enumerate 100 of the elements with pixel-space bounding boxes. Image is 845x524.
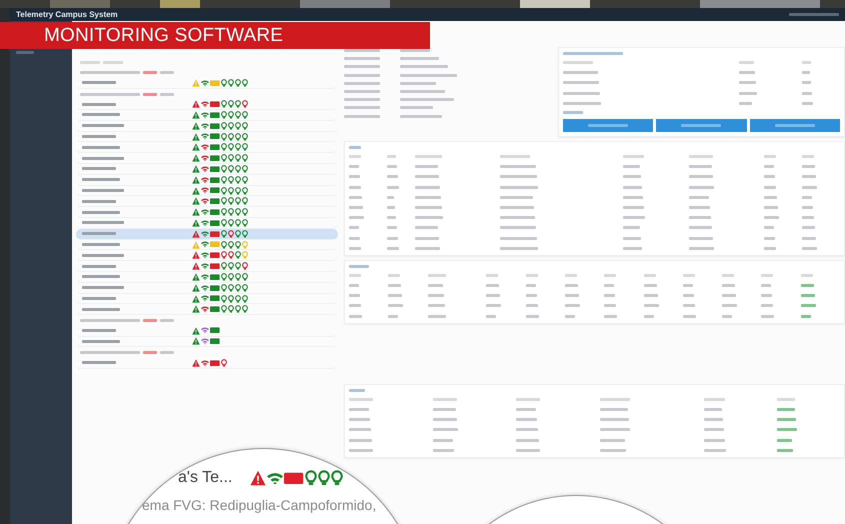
tree-row[interactable] xyxy=(76,207,338,218)
blurred-text xyxy=(400,114,442,118)
blurred-text xyxy=(622,155,644,158)
tree-row[interactable] xyxy=(76,326,338,337)
blurred-text xyxy=(349,418,370,422)
blurred-text xyxy=(143,71,157,74)
blurred-text xyxy=(604,304,616,308)
blurred-text xyxy=(704,448,726,452)
blurred-text xyxy=(563,52,623,55)
blurred-text xyxy=(143,318,157,322)
blurred-text xyxy=(739,102,752,105)
blurred-text xyxy=(400,106,433,110)
blurred-text xyxy=(722,284,736,288)
blurred-text xyxy=(802,226,816,230)
blurred-text xyxy=(82,254,124,257)
blurred-text xyxy=(432,398,457,401)
tree-row[interactable] xyxy=(76,240,338,250)
blurred-text xyxy=(432,418,457,422)
tree-row[interactable] xyxy=(76,272,338,283)
blurred-text xyxy=(82,167,116,170)
blurred-text xyxy=(644,284,657,288)
blurred-text xyxy=(802,216,814,220)
tree-row[interactable] xyxy=(76,142,338,154)
tree-row[interactable] xyxy=(76,164,338,175)
blurred-text xyxy=(622,196,644,199)
blurred-text xyxy=(565,314,576,318)
tree-row[interactable] xyxy=(76,250,338,262)
blurred-text xyxy=(644,274,656,277)
tree-row[interactable] xyxy=(76,358,338,369)
tree-row[interactable] xyxy=(76,78,338,89)
blurred-text xyxy=(526,314,539,318)
blurred-text xyxy=(500,196,533,199)
blurred-text xyxy=(344,65,380,68)
tree-row[interactable] xyxy=(76,196,338,208)
blurred-text xyxy=(800,274,813,277)
blurred-text xyxy=(400,57,439,60)
blurred-text xyxy=(349,274,361,277)
blurred-text xyxy=(80,318,140,322)
blurred-text xyxy=(160,92,174,96)
action-button[interactable] xyxy=(563,118,654,132)
tree-row[interactable] xyxy=(76,120,338,132)
action-button[interactable] xyxy=(656,118,747,132)
blurred-text xyxy=(622,206,644,209)
blurred-text xyxy=(563,102,601,105)
blurred-text xyxy=(160,71,174,74)
tree-row[interactable] xyxy=(76,336,338,348)
blurred-text xyxy=(722,314,732,318)
blurred-text xyxy=(802,206,814,209)
blurred-text xyxy=(82,243,120,246)
blurred-text xyxy=(688,236,713,240)
blurred-text xyxy=(349,314,362,318)
tree-row[interactable] xyxy=(76,261,338,272)
blurred-text xyxy=(802,175,816,178)
blurred-text xyxy=(722,274,734,277)
blurred-text xyxy=(400,90,445,93)
tree-row[interactable] xyxy=(76,110,338,121)
tree-row[interactable] xyxy=(76,282,338,294)
blurred-text xyxy=(400,98,454,102)
blurred-text xyxy=(82,264,116,268)
blurred-text xyxy=(682,314,696,318)
blurred-text xyxy=(349,175,360,178)
blurred-text xyxy=(82,135,116,138)
blurred-text xyxy=(349,388,365,392)
banner: MONITORING SOFTWARE xyxy=(0,22,430,49)
blurred-text xyxy=(82,221,124,224)
blurred-text xyxy=(777,428,798,432)
blurred-text xyxy=(764,226,774,230)
blurred-text xyxy=(739,92,757,95)
blurred-text xyxy=(777,448,794,452)
blurred-text xyxy=(16,51,34,54)
blurred-text xyxy=(386,246,400,250)
tree-row[interactable] xyxy=(76,153,338,164)
blurred-text xyxy=(415,155,442,158)
blurred-text xyxy=(82,275,120,278)
blurred-text xyxy=(432,438,453,442)
blurred-text xyxy=(764,196,778,199)
blurred-text xyxy=(764,216,780,220)
tree-row[interactable] xyxy=(76,228,338,240)
blurred-text xyxy=(82,189,124,192)
blurred-text xyxy=(500,165,536,168)
blurred-text xyxy=(563,92,600,95)
blurred-text xyxy=(802,102,813,105)
blurred-text xyxy=(688,196,709,199)
tree-row[interactable] xyxy=(76,99,338,110)
blurred-text xyxy=(349,428,371,432)
tree-row[interactable] xyxy=(76,132,338,142)
blurred-text xyxy=(82,210,120,214)
blurred-text xyxy=(682,294,694,298)
tree-row[interactable] xyxy=(76,186,338,196)
blurred-text xyxy=(688,206,710,209)
blurred-text xyxy=(682,284,693,288)
blurred-text xyxy=(432,428,458,432)
tree-row[interactable] xyxy=(76,294,338,304)
blurred-text xyxy=(415,246,440,250)
blurred-text xyxy=(349,186,361,189)
action-button[interactable] xyxy=(750,118,840,132)
blurred-text xyxy=(500,206,534,209)
tree-row[interactable] xyxy=(76,304,338,316)
blurred-text xyxy=(82,178,120,182)
tree-row[interactable] xyxy=(76,174,338,186)
